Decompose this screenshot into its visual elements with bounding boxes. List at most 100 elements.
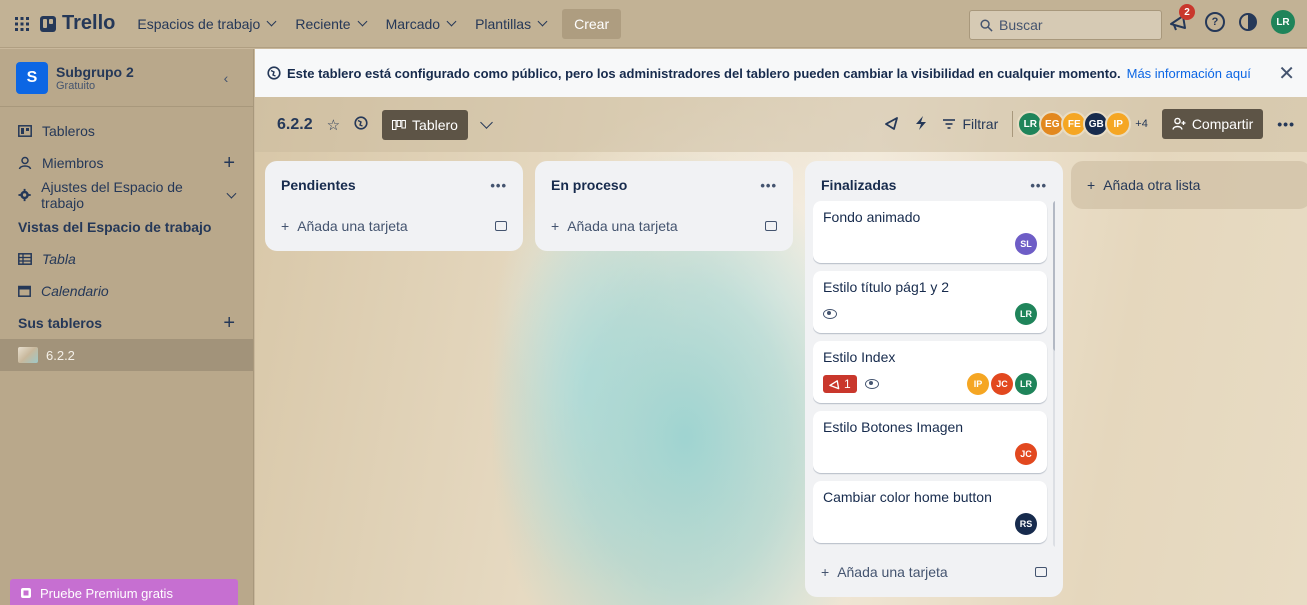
card[interactable]: Estilo título pág1 y 2 LR [813, 271, 1047, 333]
search-icon [980, 18, 993, 32]
sidebar-item-settings[interactable]: Ajustes del Espacio de trabajo [0, 179, 253, 211]
notification-count-badge: 2 [1179, 4, 1195, 20]
more-members-count[interactable]: +4 [1135, 118, 1148, 130]
card[interactable]: Cambiar color home button RS [813, 481, 1047, 543]
filter-icon [943, 119, 956, 129]
nav-workspaces[interactable]: Espacios de trabajo [127, 8, 285, 40]
card-member-avatar[interactable]: JC [991, 373, 1013, 395]
board-view-button[interactable]: Tablero [382, 109, 468, 140]
close-icon[interactable]: ✕ [1278, 61, 1295, 86]
views-section-title: Vistas del Espacio de trabajo [0, 211, 253, 243]
add-card-button[interactable]: + Añada una tarjeta [273, 209, 515, 243]
card[interactable]: Estilo Index 1 IP JC LR [813, 341, 1047, 403]
search-placeholder: Buscar [999, 17, 1043, 33]
list-scrollbar[interactable] [1053, 201, 1055, 547]
automation-icon[interactable] [914, 115, 928, 134]
nav-starred[interactable]: Marcado [376, 8, 465, 40]
card-template-icon[interactable] [495, 221, 507, 231]
list-header[interactable]: Finalizadas ••• [813, 169, 1055, 201]
sidebar-item-table[interactable]: Tabla [0, 243, 253, 275]
plus-icon: + [1087, 177, 1096, 193]
add-card-button[interactable]: + Añada una tarjeta [813, 555, 1055, 589]
workspace-plan: Gratuito [56, 79, 96, 92]
list-header[interactable]: Pendientes ••• [273, 169, 515, 201]
nav-templates[interactable]: Plantillas [465, 8, 556, 40]
notification-badge-count: 1 [844, 377, 851, 391]
collapse-sidebar-icon[interactable]: ‹ [215, 67, 237, 89]
app-switcher-icon[interactable] [10, 12, 34, 36]
share-button[interactable]: Compartir [1161, 109, 1264, 139]
sidebar-item-members[interactable]: Miembros + [0, 147, 253, 179]
settings-icon [18, 188, 31, 202]
chevron-down-icon [266, 16, 277, 27]
power-ups-icon[interactable] [884, 115, 900, 134]
create-button[interactable]: Crear [562, 8, 622, 39]
chevron-down-icon[interactable] [480, 116, 493, 129]
watch-icon [864, 379, 879, 389]
card-member-avatar[interactable]: IP [967, 373, 989, 395]
filter-label: Filtrar [962, 116, 999, 132]
sidebar-item-label: Tableros [42, 123, 95, 139]
notifications-button[interactable]: 2 [1167, 4, 1195, 34]
sidebar-item-label: Miembros [42, 155, 104, 171]
banner-learn-more-link[interactable]: Más información aquí [1127, 66, 1251, 81]
list-title[interactable]: En proceso [551, 177, 627, 193]
workspace-icon[interactable]: S [16, 61, 48, 94]
list-menu-icon[interactable]: ••• [760, 178, 777, 193]
add-card-label: Añada una tarjeta [567, 218, 678, 234]
card-template-icon[interactable] [765, 221, 777, 231]
theme-toggle-icon[interactable] [1239, 13, 1257, 31]
search-input[interactable]: Buscar [969, 10, 1162, 40]
try-premium-button[interactable]: Pruebe Premium gratis [10, 579, 238, 605]
card-list: Fondo animado SL Estilo título pág1 y 2 … [813, 201, 1055, 547]
list-finalizadas: Finalizadas ••• Fondo animado SL Estilo … [805, 161, 1063, 597]
plus-icon: + [281, 218, 290, 234]
add-member-icon[interactable]: + [223, 152, 235, 175]
board-thumbnail [18, 347, 38, 363]
sidebar-item-calendar[interactable]: Calendario [0, 275, 253, 307]
globe-icon [267, 66, 281, 80]
card-title: Estilo título pág1 y 2 [823, 279, 950, 295]
nav-recent[interactable]: Reciente [285, 8, 375, 40]
board-icon [18, 125, 32, 137]
trello-logo[interactable]: Trello [40, 12, 115, 35]
list-menu-icon[interactable]: ••• [490, 178, 507, 193]
add-list-button[interactable]: + Añada otra lista [1071, 161, 1307, 209]
board-title[interactable]: 6.2.2 [277, 116, 313, 134]
list-header[interactable]: En proceso ••• [543, 169, 785, 201]
card-template-icon[interactable] [1035, 567, 1047, 577]
list-en-proceso: En proceso ••• + Añada una tarjeta [535, 161, 793, 251]
globe-icon[interactable] [354, 115, 368, 134]
premium-label: Pruebe Premium gratis [40, 585, 173, 601]
nav-starred-label: Marcado [385, 15, 441, 32]
card-member-avatar[interactable]: JC [1015, 443, 1037, 465]
chevron-down-icon [226, 188, 237, 198]
visibility-banner: Este tablero está configurado como públi… [255, 49, 1307, 97]
help-button[interactable]: ? [1205, 12, 1225, 32]
sidebar-board-item[interactable]: 6.2.2 [0, 339, 253, 371]
workspace-name[interactable]: Subgrupo 2 [56, 64, 134, 80]
scrollbar-thumb[interactable] [1053, 201, 1055, 351]
card-member-avatar[interactable]: LR [1015, 303, 1037, 325]
card-member-avatar[interactable]: RS [1015, 513, 1037, 535]
star-icon[interactable]: ☆ [327, 116, 340, 134]
list-menu-icon[interactable]: ••• [1030, 178, 1047, 193]
card[interactable]: Estilo Botones Imagen JC [813, 411, 1047, 473]
list-title[interactable]: Pendientes [281, 177, 356, 193]
nav-workspaces-label: Espacios de trabajo [137, 15, 261, 32]
board-menu-icon[interactable]: ••• [1277, 116, 1295, 132]
board-view-icon [392, 119, 406, 130]
card[interactable]: Fondo animado SL [813, 201, 1047, 263]
member-avatar[interactable]: IP [1105, 111, 1132, 137]
filter-button[interactable]: Filtrar [942, 116, 998, 132]
sidebar-item-boards[interactable]: Tableros [0, 115, 253, 147]
list-title[interactable]: Finalizadas [821, 177, 896, 193]
card-member-avatar[interactable]: SL [1015, 233, 1037, 255]
top-navigation-bar: Trello Espacios de trabajo Reciente Marc… [0, 0, 1307, 48]
board-members[interactable]: LR EG FE GB IP +4 [1012, 111, 1148, 137]
card-member-avatar[interactable]: LR [1015, 373, 1037, 395]
add-board-icon[interactable]: + [223, 312, 235, 335]
add-card-button[interactable]: + Añada una tarjeta [543, 209, 785, 243]
board-header: 6.2.2 ☆ Tablero Filtrar LR EG FE GB IP +… [255, 97, 1307, 152]
user-avatar[interactable]: LR [1271, 10, 1295, 34]
